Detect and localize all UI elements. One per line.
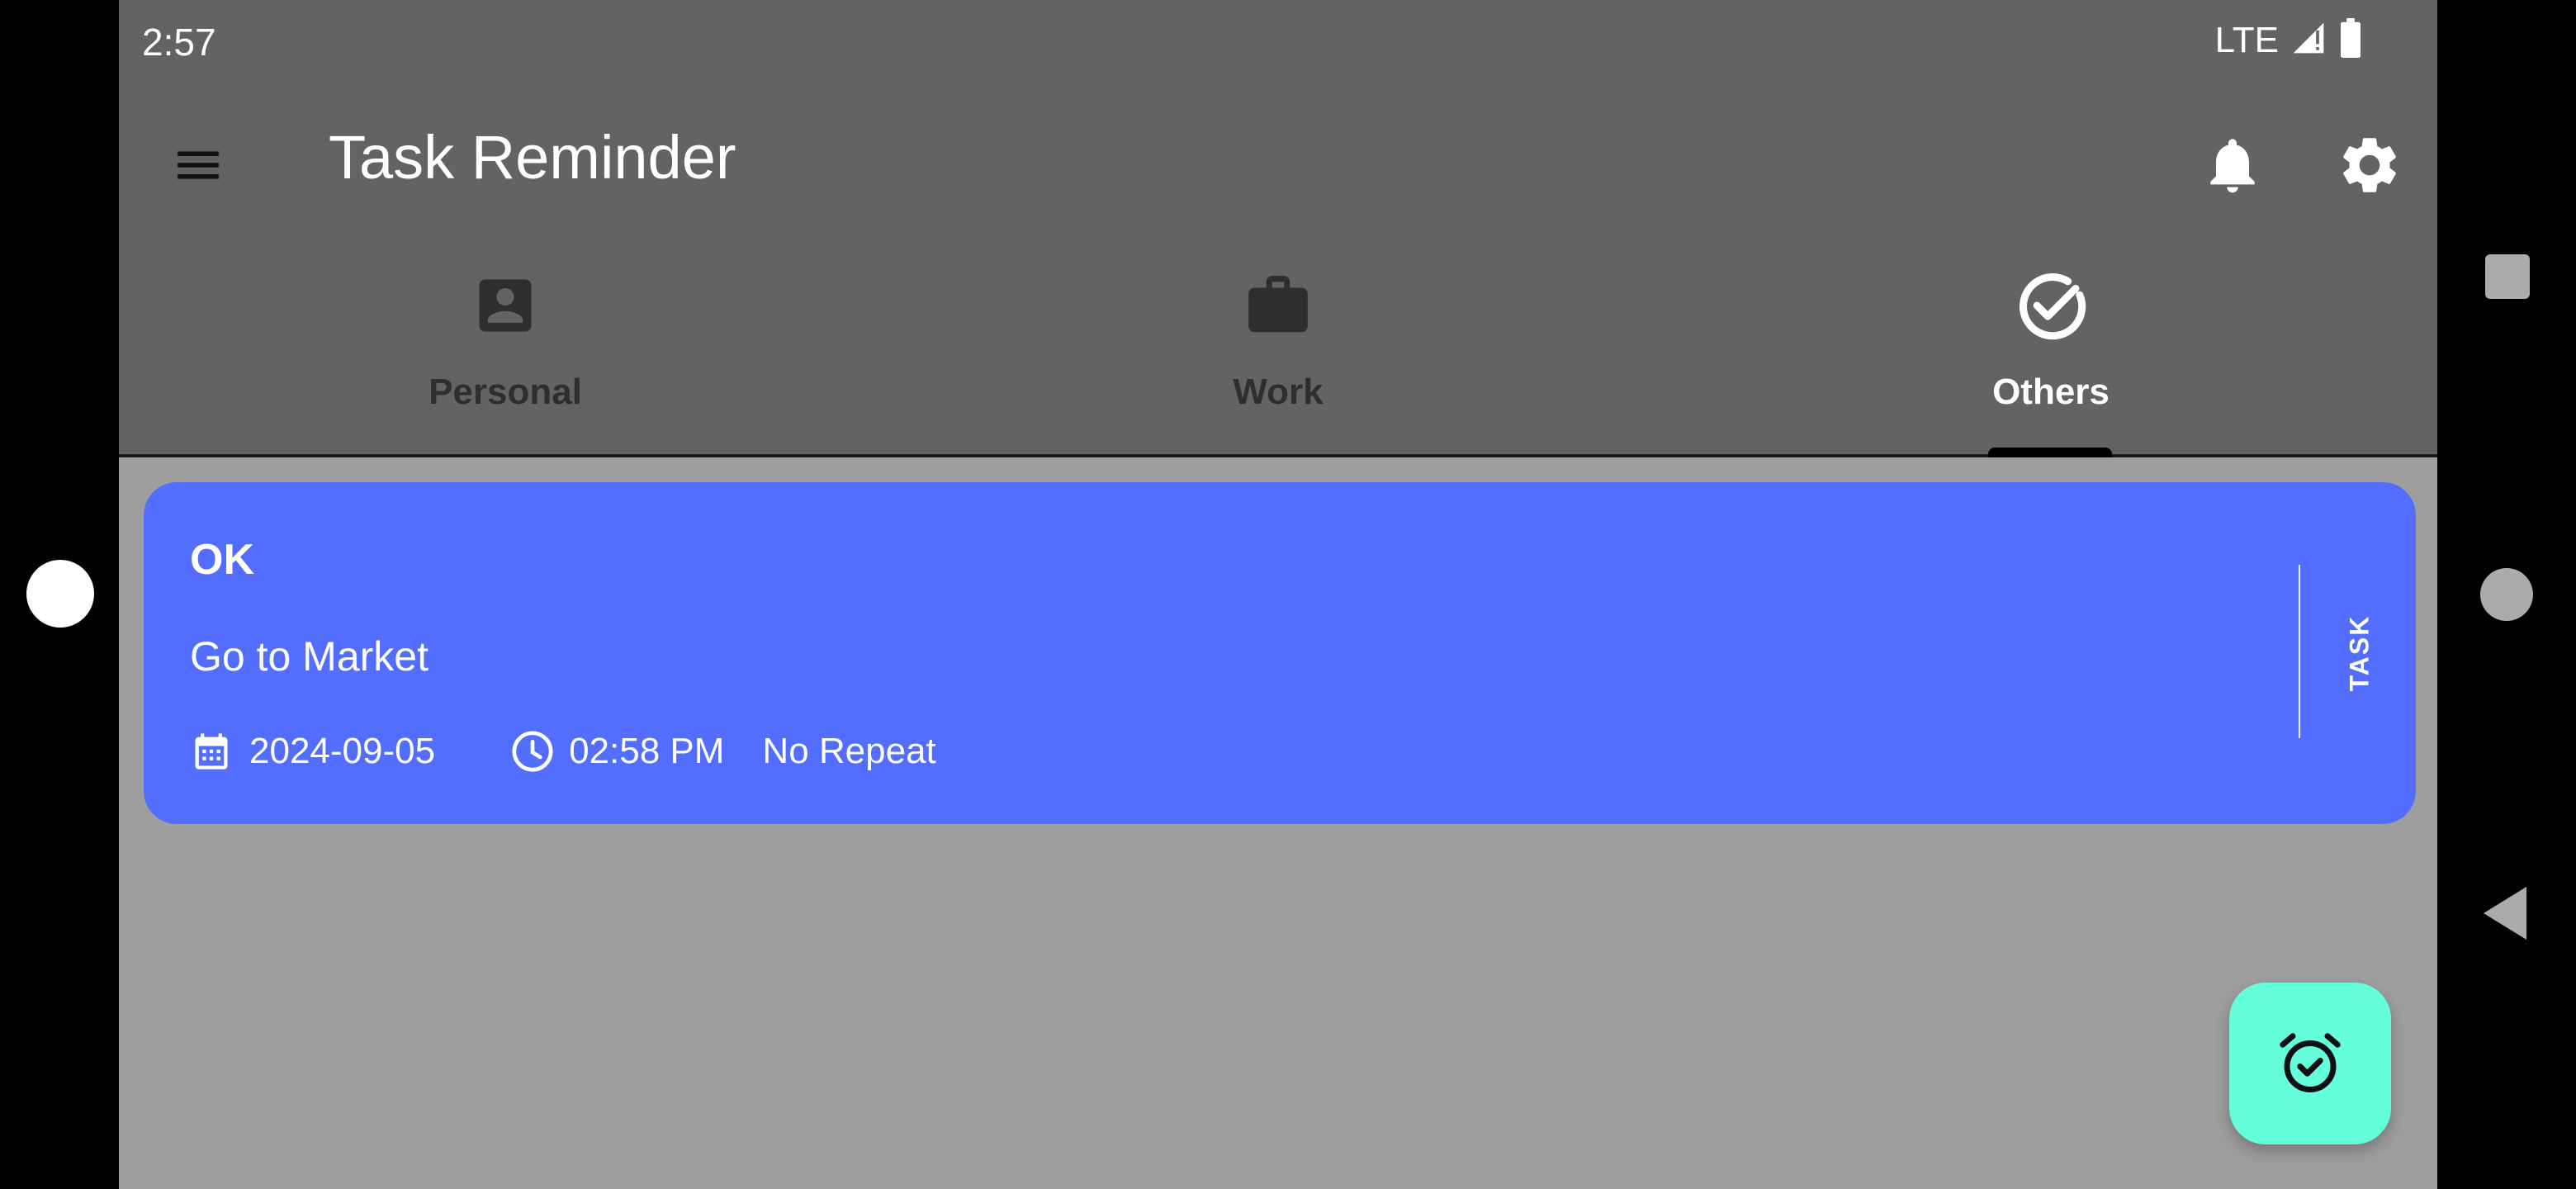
notifications-button[interactable]	[2191, 124, 2274, 206]
task-type-label: TASK	[2344, 614, 2375, 692]
task-meta: 2024-09-05 02:58 PM No Repeat	[188, 728, 936, 775]
task-description: Go to Market	[190, 633, 429, 680]
app-screen: 2:57 LTE Task Reminder Personal Work Oth…	[119, 0, 2437, 1189]
task-title: OK	[190, 536, 254, 584]
tab-label: Work	[1233, 372, 1324, 412]
tab-work[interactable]: Work	[892, 241, 1664, 452]
tab-indicator	[1988, 448, 2112, 457]
briefcase-icon	[1238, 266, 1318, 345]
status-bar: 2:57 LTE	[119, 0, 2437, 83]
task-time: 02:58 PM	[569, 731, 725, 771]
battery-icon	[2338, 18, 2363, 62]
recents-button[interactable]	[2485, 254, 2530, 299]
task-card[interactable]: OK Go to Market 2024-09-05 02:58 PM No R…	[144, 482, 2416, 824]
left-bezel	[0, 0, 119, 1189]
app-title: Task Reminder	[329, 123, 736, 192]
person-icon	[466, 266, 545, 345]
home-button[interactable]	[2480, 568, 2533, 621]
card-divider	[2299, 565, 2300, 738]
menu-button[interactable]	[163, 130, 233, 200]
signal-icon	[2290, 20, 2327, 60]
tab-bar: Personal Work Others	[119, 241, 2437, 456]
tab-label: Others	[1992, 372, 2110, 412]
back-button[interactable]	[2484, 887, 2526, 940]
calendar-icon	[188, 728, 234, 775]
status-time: 2:57	[142, 21, 216, 64]
tab-label: Personal	[429, 372, 582, 412]
menu-icon	[178, 151, 219, 179]
check-circle-icon	[2011, 266, 2091, 345]
front-camera	[26, 560, 94, 628]
tab-others[interactable]: Others	[1664, 241, 2437, 452]
tab-personal[interactable]: Personal	[119, 241, 892, 452]
network-type: LTE	[2214, 19, 2279, 60]
settings-button[interactable]	[2328, 124, 2411, 206]
gear-icon	[2343, 138, 2396, 192]
status-icons: LTE	[2215, 18, 2363, 62]
add-reminder-fab[interactable]	[2229, 983, 2391, 1144]
bell-icon	[2210, 139, 2255, 193]
task-repeat: No Repeat	[762, 731, 936, 771]
clock-icon	[509, 728, 556, 775]
alarm-check-icon	[2280, 1033, 2341, 1092]
task-date: 2024-09-05	[249, 731, 436, 771]
